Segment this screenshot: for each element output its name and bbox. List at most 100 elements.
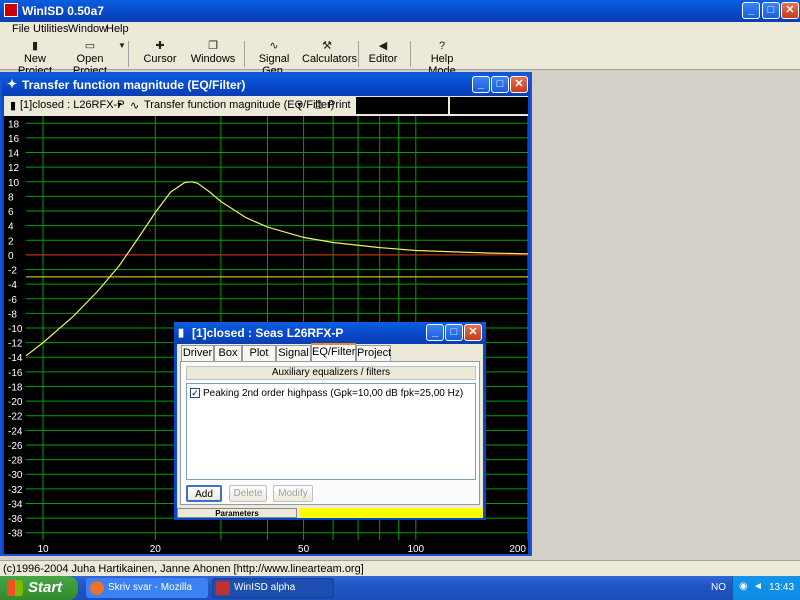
- add-button[interactable]: Add: [186, 485, 222, 502]
- open-project-dropdown[interactable]: ▼: [117, 39, 127, 69]
- cursor-label: Cursor: [143, 53, 177, 65]
- chevron-down-icon[interactable]: ▼: [296, 102, 303, 109]
- y-tick-label: -22: [8, 412, 23, 423]
- minimize-button[interactable]: _: [742, 2, 760, 19]
- close-button[interactable]: ✕: [781, 2, 799, 19]
- x-tick-label: 200: [509, 544, 526, 554]
- y-tick-label: -34: [8, 499, 23, 510]
- y-tick-label: 2: [8, 236, 14, 247]
- taskbar-item-label: Skriv svar - Mozilla Fir...: [108, 582, 192, 593]
- transfer-function-title-bar[interactable]: ✦ Transfer function magnitude (EQ/Filter…: [2, 74, 530, 96]
- sparkle-icon: ✦: [7, 77, 18, 91]
- tab-box[interactable]: Box: [214, 345, 242, 361]
- modify-button[interactable]: Modify: [273, 485, 313, 502]
- cursor-icon: ✚: [155, 40, 165, 52]
- y-tick-label: -20: [8, 397, 23, 408]
- aux-equalizers-header: Auxiliary equalizers / filters: [186, 366, 476, 380]
- y-tick-label: -32: [8, 485, 23, 496]
- menu-utilities[interactable]: Utilities: [33, 23, 68, 35]
- maximize-button[interactable]: □: [762, 2, 780, 19]
- y-tick-label: -4: [8, 280, 17, 291]
- tab-eq-filter[interactable]: EQ/Filter: [311, 343, 356, 361]
- new-project-icon: ▮: [31, 40, 39, 52]
- project-icon: ▮: [178, 327, 185, 339]
- toolbar-separator: [244, 41, 245, 67]
- printer-icon: ⎙: [314, 99, 323, 111]
- x-tick-label: 20: [150, 544, 162, 554]
- menu-file[interactable]: File: [12, 23, 30, 35]
- signal-wave-icon: ∿: [269, 40, 279, 52]
- calculators-label: Calculators: [302, 53, 358, 65]
- toolbar-separator: [128, 41, 129, 67]
- delete-button[interactable]: Delete: [229, 485, 267, 502]
- toolbar-separator: [410, 41, 411, 67]
- firefox-icon: [90, 581, 104, 595]
- menu-bar: File Utilities Window Help: [0, 22, 800, 38]
- y-tick-label: 4: [8, 222, 14, 233]
- tab-project[interactable]: Project: [356, 345, 391, 361]
- print-button[interactable]: Print: [328, 99, 351, 111]
- transfer-function-title: Transfer function magnitude (EQ/Filter): [22, 78, 246, 92]
- taskbar-item-winisd[interactable]: WinISD alpha: [212, 578, 334, 598]
- editor-button[interactable]: ◀ Editor: [366, 39, 400, 69]
- child-close-button[interactable]: ✕: [510, 76, 528, 93]
- copyright-text: (c)1996-2004 Juha Hartikainen, Janne Aho…: [3, 563, 364, 575]
- eq-filter-list[interactable]: ✓ Peaking 2nd order highpass (Gpk=10,00 d…: [186, 383, 476, 480]
- child-maximize-button[interactable]: □: [491, 76, 509, 93]
- clock[interactable]: 13:43: [769, 582, 794, 593]
- status-indicator: [299, 508, 483, 518]
- signal-gen-button[interactable]: ∿ Signal Gen.: [250, 39, 298, 77]
- parameters-status: Parameters: [177, 508, 297, 518]
- menu-help[interactable]: Help: [106, 23, 129, 35]
- eq-enabled-checkbox[interactable]: ✓: [190, 388, 200, 399]
- language-indicator[interactable]: NO: [711, 582, 726, 593]
- y-tick-label: -10: [8, 324, 23, 335]
- child-minimize-button[interactable]: _: [472, 76, 490, 93]
- start-button[interactable]: Start: [0, 576, 78, 600]
- chevron-down-icon: ▼: [118, 41, 126, 50]
- network-icon[interactable]: ◉: [739, 581, 748, 592]
- graph-type-select[interactable]: Transfer function magnitude (EQ/Filter): [144, 99, 334, 111]
- start-label: Start: [28, 579, 63, 596]
- taskbar: Start Skriv svar - Mozilla Fir... WinISD…: [0, 576, 800, 600]
- tab-plot[interactable]: Plot: [242, 345, 276, 361]
- new-project-button[interactable]: ▮ New Project: [10, 39, 60, 77]
- project-select[interactable]: [1]closed : L26RFX-P: [20, 99, 125, 111]
- dialog-title: [1]closed : Seas L26RFX-P: [192, 326, 344, 340]
- dialog-status-bar: Parameters: [177, 508, 483, 518]
- windows-button[interactable]: ❐ Windows: [190, 39, 236, 69]
- help-question-icon: ?: [438, 40, 446, 52]
- tab-signal[interactable]: Signal: [276, 345, 311, 361]
- taskbar-item-firefox[interactable]: Skriv svar - Mozilla Fir...: [86, 578, 208, 598]
- y-tick-label: 10: [8, 178, 20, 189]
- help-mode-button[interactable]: ? Help Mode: [418, 39, 466, 77]
- y-tick-label: 14: [8, 149, 20, 160]
- y-tick-label: -38: [8, 529, 23, 540]
- dialog-close-button[interactable]: ✕: [464, 324, 482, 341]
- list-item[interactable]: ✓ Peaking 2nd order highpass (Gpk=10,00 d…: [190, 388, 463, 399]
- winisd-icon: [216, 581, 230, 595]
- dialog-tabs: Driver Box Plot Signal EQ/Filter Project: [181, 343, 481, 361]
- toolbar-separator: [358, 41, 359, 67]
- open-project-button[interactable]: ▭ Open Project: [63, 39, 117, 77]
- dialog-minimize-button[interactable]: _: [426, 324, 444, 341]
- y-tick-label: -12: [8, 339, 23, 350]
- tab-driver[interactable]: Driver: [181, 345, 214, 361]
- y-tick-label: -36: [8, 514, 23, 525]
- project-icon: ▮: [10, 100, 17, 112]
- open-folder-icon: ▭: [84, 40, 96, 52]
- windows-flag-icon: [7, 580, 23, 596]
- app-status-bar: (c)1996-2004 Juha Hartikainen, Janne Aho…: [0, 560, 800, 576]
- dialog-title-bar[interactable]: ▮ [1]closed : Seas L26RFX-P _ □ ✕: [174, 322, 486, 344]
- eq-filter-panel: Auxiliary equalizers / filters ✓ Peaking …: [180, 361, 480, 505]
- chevron-down-icon[interactable]: ▼: [116, 102, 123, 109]
- y-tick-label: 18: [8, 119, 20, 130]
- y-tick-label: -24: [8, 426, 23, 437]
- calculators-button[interactable]: ⚒ Calculators: [302, 39, 358, 69]
- cursor-button[interactable]: ✚ Cursor: [140, 39, 180, 69]
- dialog-maximize-button[interactable]: □: [445, 324, 463, 341]
- speaker-icon[interactable]: ◄: [753, 581, 763, 592]
- menu-window[interactable]: Window: [68, 23, 107, 35]
- x-tick-label: 10: [37, 544, 49, 554]
- y-tick-label: -16: [8, 368, 23, 379]
